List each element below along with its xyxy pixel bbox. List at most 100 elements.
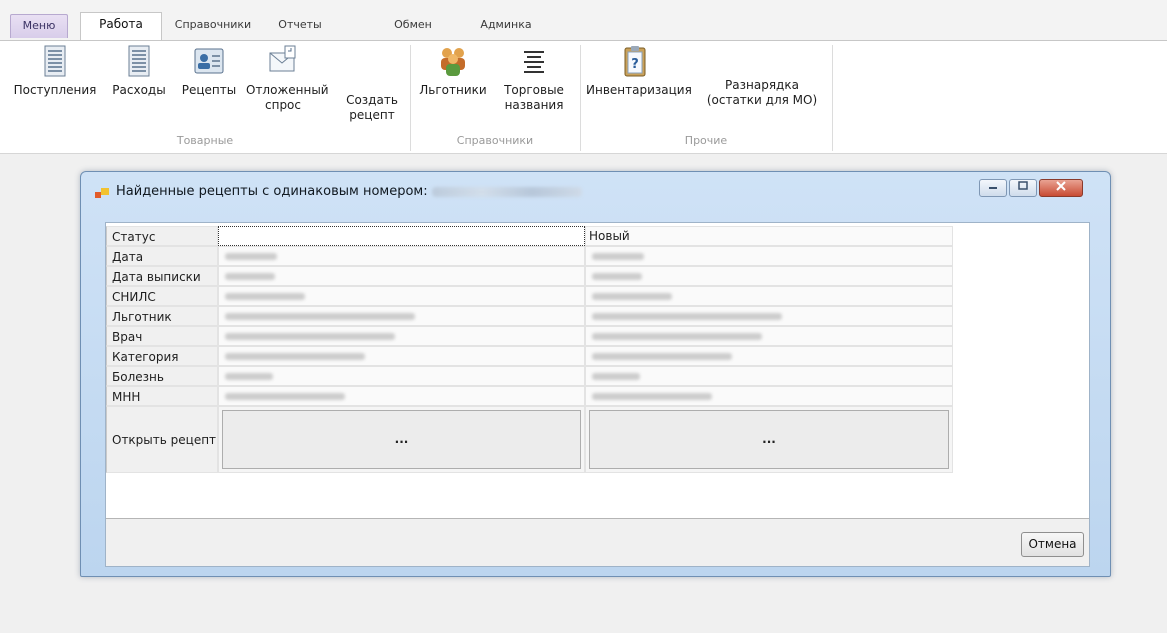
close-button[interactable] (1039, 179, 1083, 197)
allocation-label-2: (остатки для МО) (706, 93, 818, 107)
row-status: Статус Новый (106, 226, 954, 246)
allocation-button[interactable]: Разнарядка (остатки для МО) (700, 78, 824, 108)
open-recipe-button-2[interactable]: ... (589, 410, 949, 469)
blurred-value (592, 373, 640, 380)
group-label-other: Прочие (684, 134, 728, 147)
expenses-label: Расходы (112, 83, 166, 97)
cancel-button[interactable]: Отмена (1021, 532, 1084, 557)
issue-date-cell-2[interactable] (585, 266, 953, 286)
disease-cell-2[interactable] (585, 366, 953, 386)
found-recipes-dialog: Найденные рецепты с одинаковым номером: … (80, 171, 1111, 577)
group-label-goods: Товарные (176, 134, 234, 147)
tab-work[interactable]: Работа (80, 12, 162, 40)
blurred-value (592, 313, 782, 320)
minimize-icon (989, 187, 997, 189)
close-icon (1056, 181, 1066, 191)
create-recipe-button[interactable]: Создать рецепт (340, 93, 404, 123)
disease-cell-1[interactable] (218, 366, 585, 386)
tab-menu[interactable]: Меню (10, 14, 68, 38)
blurred-value (225, 353, 365, 360)
status-value: Новый (589, 229, 630, 243)
status-cell-1[interactable] (218, 226, 585, 246)
group-label-directories: Справочники (456, 134, 534, 147)
trade-names-button[interactable]: Торговые названия (498, 43, 570, 113)
beneficiary-cell-2[interactable] (585, 306, 953, 326)
date-cell-2[interactable] (585, 246, 953, 266)
row-disease: Болезнь (106, 366, 954, 386)
ribbon-panel: Поступления Расходы Рецепты Отложенный с… (0, 40, 1167, 154)
tab-exchange[interactable]: Обмен (386, 14, 440, 38)
recipes-label: Рецепты (181, 83, 237, 97)
expenses-button[interactable]: Расходы (106, 43, 172, 98)
category-cell-1[interactable] (218, 346, 585, 366)
beneficiaries-label: Льготники (419, 83, 487, 97)
status-cell-2[interactable]: Новый (585, 226, 953, 246)
inn-cell-2[interactable] (585, 386, 953, 406)
recipes-button[interactable]: Рецепты (178, 43, 240, 98)
row-issue-date: Дата выписки (106, 266, 954, 286)
row-header-doctor: Врач (106, 326, 218, 346)
snils-cell-2[interactable] (585, 286, 953, 306)
blurred-value (225, 393, 345, 400)
people-icon (441, 48, 465, 76)
tab-reports[interactable]: Отчеты (266, 14, 334, 38)
open-recipe-cell-2: ... (585, 406, 953, 473)
svg-text:?: ? (631, 57, 639, 72)
ribbon-tabbar: Меню Работа Справочники Отчеты Обмен Адм… (0, 0, 1167, 40)
open-recipe-button-1[interactable]: ... (222, 410, 581, 469)
clipboard-question-icon: ? (624, 46, 646, 77)
row-beneficiary: Льготник (106, 306, 954, 326)
open-recipe-cell-1: ... (218, 406, 585, 473)
maximize-icon (1018, 181, 1028, 190)
receipts-button[interactable]: Поступления (12, 43, 98, 98)
snils-cell-1[interactable] (218, 286, 585, 306)
row-header-disease: Болезнь (106, 366, 218, 386)
app-window-icon (95, 188, 109, 198)
create-recipe-label-2: рецепт (349, 108, 395, 122)
beneficiary-cell-1[interactable] (218, 306, 585, 326)
beneficiaries-button[interactable]: Льготники (418, 43, 488, 98)
issue-date-cell-1[interactable] (218, 266, 585, 286)
allocation-label-1: Разнарядка (725, 78, 799, 92)
doctor-cell-2[interactable] (585, 326, 953, 346)
blurred-recipe-number (431, 186, 582, 197)
minimize-button[interactable] (979, 179, 1007, 197)
row-open-recipe: Открыть рецепт ... ... (106, 406, 954, 473)
date-cell-1[interactable] (218, 246, 585, 266)
inn-cell-1[interactable] (218, 386, 585, 406)
deferred-demand-button[interactable]: Отложенный спрос (246, 43, 329, 113)
blurred-value (592, 353, 732, 360)
row-doctor: Врач (106, 326, 954, 346)
inventory-label: Инвентаризация (586, 83, 692, 97)
row-header-issue-date: Дата выписки (106, 266, 218, 286)
maximize-button[interactable] (1009, 179, 1037, 197)
deferred-demand-label-2: спрос (265, 98, 301, 112)
row-header-category: Категория (106, 346, 218, 366)
blurred-value (225, 293, 305, 300)
blurred-value (592, 393, 712, 400)
doctor-cell-1[interactable] (218, 326, 585, 346)
row-header-date: Дата (106, 246, 218, 266)
row-header-open-recipe: Открыть рецепт (106, 406, 218, 473)
dialog-title: Найденные рецепты с одинаковым номером: (116, 184, 582, 199)
blurred-value (592, 293, 672, 300)
recipes-comparison-grid: Статус Новый Дата Дата выписки СНИЛС Льг… (106, 223, 1089, 519)
row-header-inn: МНН (106, 386, 218, 406)
deferred-demand-label-1: Отложенный (246, 83, 329, 97)
tab-admin[interactable]: Админка (474, 14, 538, 38)
inventory-button[interactable]: ? Инвентаризация (586, 43, 692, 98)
row-header-status: Статус (106, 226, 218, 246)
row-header-snils: СНИЛС (106, 286, 218, 306)
blurred-value (225, 333, 395, 340)
tab-directories[interactable]: Справочники (172, 14, 254, 38)
create-recipe-label-1: Создать (346, 93, 398, 107)
dialog-client-area: Статус Новый Дата Дата выписки СНИЛС Льг… (105, 222, 1090, 567)
row-category: Категория (106, 346, 954, 366)
category-cell-2[interactable] (585, 346, 953, 366)
document-icon (128, 45, 150, 77)
row-snils: СНИЛС (106, 286, 954, 306)
row-inn: МНН (106, 386, 954, 406)
trade-names-label-2: названия (504, 98, 564, 112)
trade-names-label-1: Торговые (504, 83, 564, 97)
blurred-value (225, 373, 273, 380)
